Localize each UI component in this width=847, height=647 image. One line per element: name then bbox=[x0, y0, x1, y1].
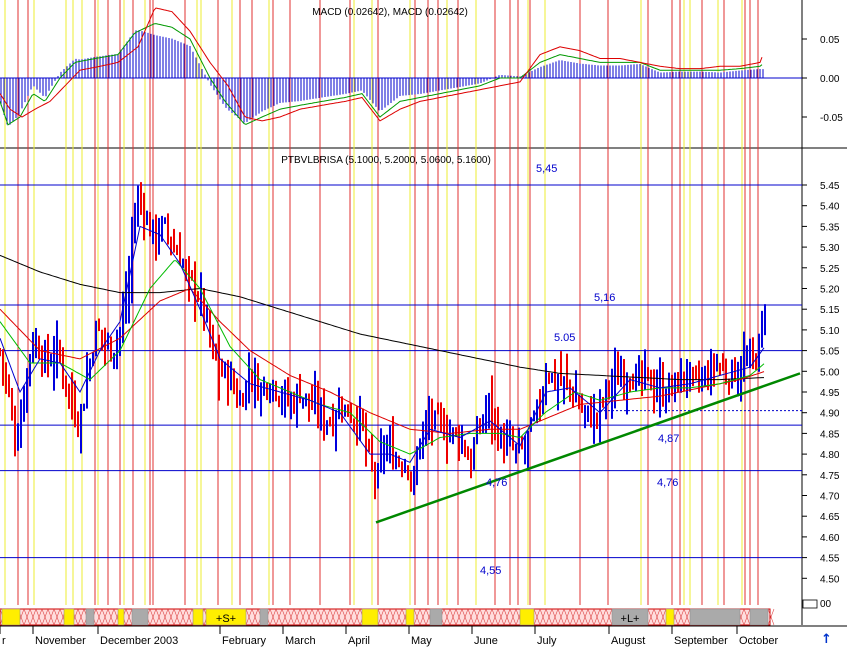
level-label: 5.05 bbox=[554, 332, 575, 344]
level-label: 4,55 bbox=[480, 565, 501, 577]
strip-block bbox=[665, 608, 675, 626]
macd-panel: MACD (0.02642), MACD (0.02642) 0.05 0.00 -… bbox=[0, 7, 843, 126]
price-tick-label: 5.05 bbox=[820, 347, 840, 358]
price-tick-label: 5.15 bbox=[820, 305, 840, 316]
macd-tick-label: -0.05 bbox=[820, 113, 843, 124]
macd-y-axis: 0.05 0.00 -0.05 bbox=[0, 35, 843, 124]
strip-block bbox=[117, 608, 125, 626]
price-tick-label: 5.40 bbox=[820, 202, 840, 213]
macd-tick-label: 0.00 bbox=[820, 74, 840, 85]
price-tick-label: 4.65 bbox=[820, 512, 840, 523]
price-tick-label: 5.30 bbox=[820, 243, 840, 254]
month-label: December 2003 bbox=[100, 635, 178, 647]
level-label: 4,76 bbox=[486, 477, 507, 489]
price-tick-label: 4.55 bbox=[820, 554, 840, 565]
price-tick-label: 4.85 bbox=[820, 429, 840, 440]
month-label: June bbox=[474, 635, 498, 647]
month-label: November bbox=[35, 635, 86, 647]
x-axis: r November December 2003 February March April… bbox=[0, 626, 778, 647]
support-trendline bbox=[375, 372, 801, 524]
price-tick-label: 4.95 bbox=[820, 388, 840, 399]
strip-block bbox=[131, 608, 149, 626]
month-label: July bbox=[537, 635, 557, 647]
month-label: March bbox=[285, 635, 316, 647]
strip-scale-box bbox=[802, 599, 818, 609]
strip-block bbox=[85, 608, 95, 626]
price-tick-label: 5.10 bbox=[820, 326, 840, 337]
strip-signal-s: +S+ bbox=[216, 613, 236, 625]
price-tick-label: 4.75 bbox=[820, 471, 840, 482]
month-label: May bbox=[411, 635, 432, 647]
strip-block bbox=[361, 608, 379, 626]
price-tick-label: 5.35 bbox=[820, 222, 840, 233]
level-label: 4,87 bbox=[658, 433, 679, 445]
month-label: September bbox=[674, 635, 728, 647]
price-y-axis: 5.45 5.40 5.35 5.30 5.25 5.20 5.15 5.10 5.05 5.00… bbox=[802, 181, 840, 585]
price-tick-label: 5.45 bbox=[820, 181, 840, 192]
stock-chart: MACD (0.02642), MACD (0.02642) 0.05 0.00 -… bbox=[0, 0, 847, 647]
level-label: 5,16 bbox=[594, 292, 615, 304]
price-tick-label: 5.25 bbox=[820, 264, 840, 275]
price-tick-label: 5.00 bbox=[820, 367, 840, 378]
level-label: 5,45 bbox=[536, 163, 557, 175]
month-label: April bbox=[348, 635, 370, 647]
chart-frames bbox=[0, 0, 847, 627]
strip-block bbox=[689, 608, 741, 626]
strip-value-label: 00 bbox=[820, 599, 832, 610]
price-tick-label: 4.60 bbox=[820, 533, 840, 544]
price-tick-label: 4.50 bbox=[820, 574, 840, 585]
strip-block bbox=[63, 608, 75, 626]
strip-block bbox=[192, 608, 204, 626]
scroll-arrow-icon[interactable]: ↑ bbox=[821, 632, 832, 647]
price-tick-label: 4.70 bbox=[820, 492, 840, 503]
level-label: 4,76 bbox=[657, 477, 678, 489]
price-title: PTBVLBRISA (5.1000, 5.2000, 5.0600, 5.16… bbox=[281, 155, 491, 166]
macd-histogram bbox=[0, 30, 764, 125]
strip-block bbox=[1, 608, 21, 626]
signal-strip: +S+ +L+ bbox=[0, 599, 818, 626]
strip-block bbox=[749, 608, 769, 626]
strip-block bbox=[429, 608, 443, 626]
price-tick-label: 5.20 bbox=[820, 285, 840, 296]
month-label: August bbox=[611, 635, 645, 647]
strip-block bbox=[405, 608, 415, 626]
price-tick-label: 4.90 bbox=[820, 409, 840, 420]
month-label: February bbox=[222, 635, 267, 647]
strip-block bbox=[519, 608, 535, 626]
macd-title: MACD (0.02642), MACD (0.02642) bbox=[312, 7, 468, 18]
price-panel: PTBVLBRISA (5.1000, 5.2000, 5.0600, 5.16… bbox=[0, 155, 840, 585]
macd-tick-label: 0.05 bbox=[820, 35, 840, 46]
price-tick-label: 4.80 bbox=[820, 450, 840, 461]
strip-block bbox=[259, 608, 269, 626]
strip-signal-l: +L+ bbox=[621, 613, 640, 625]
month-label: r bbox=[2, 635, 6, 647]
month-label: October bbox=[739, 635, 778, 647]
